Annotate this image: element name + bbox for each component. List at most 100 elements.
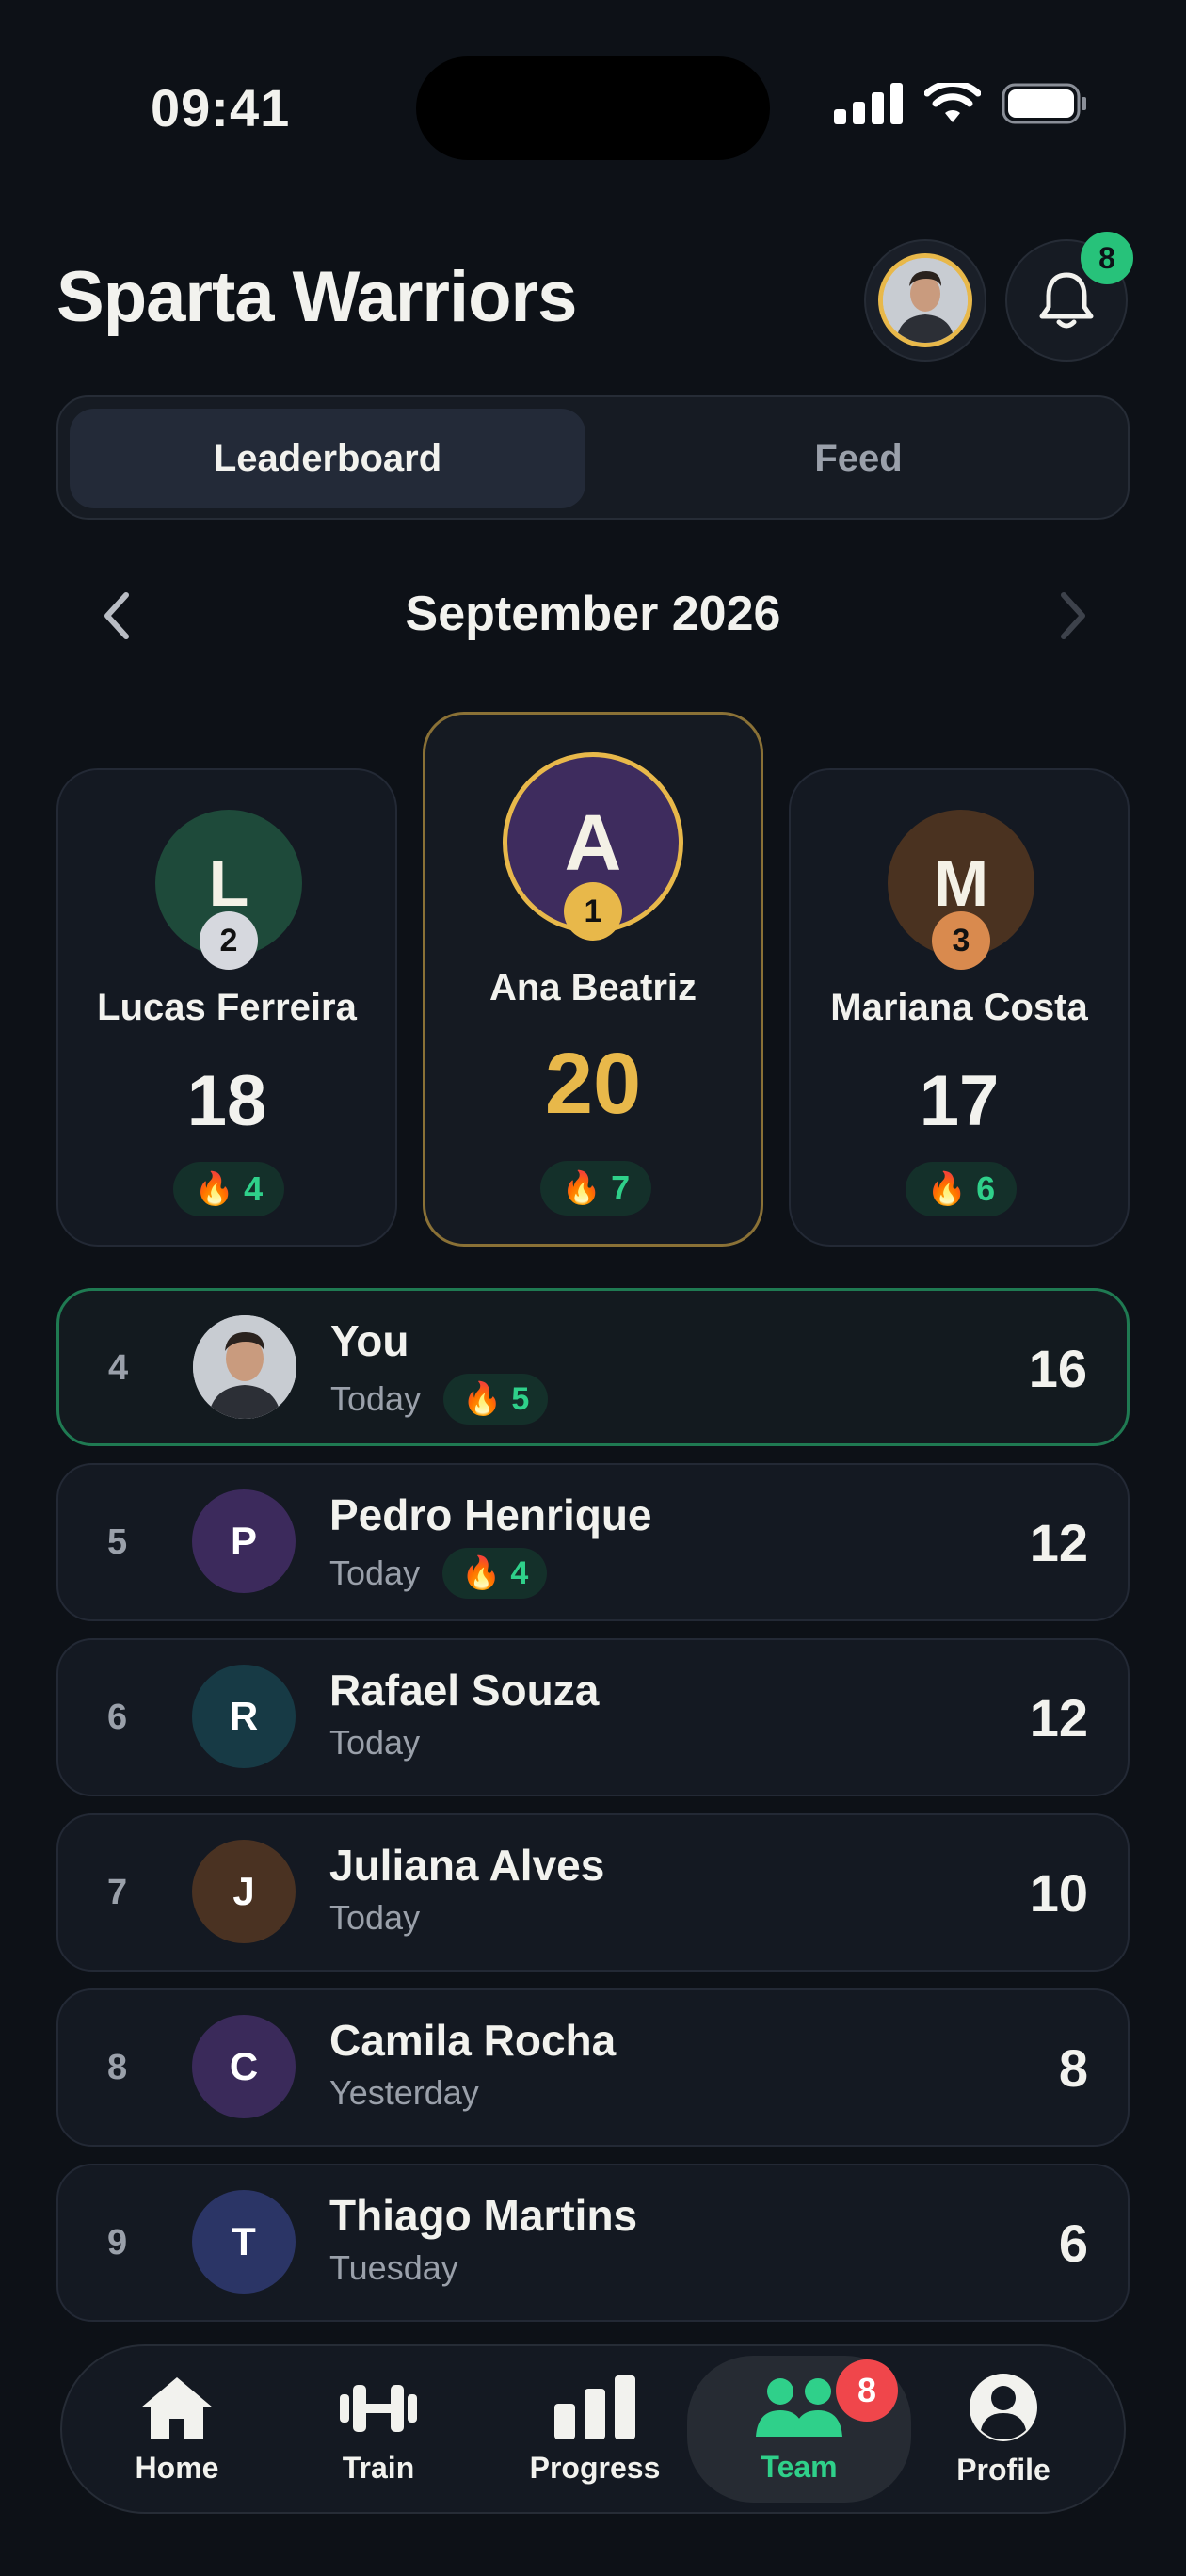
streak-badge: 🔥 4 bbox=[442, 1548, 548, 1599]
tab-leaderboard[interactable]: Leaderboard bbox=[70, 409, 585, 508]
avatar: C bbox=[192, 2015, 296, 2118]
row-rank: 6 bbox=[107, 1697, 128, 1737]
row-rank: 9 bbox=[107, 2222, 128, 2262]
screen: 09:41 Sparta Warriors 8 Leaderboard Feed… bbox=[0, 0, 1186, 2576]
row-score: 12 bbox=[1029, 1687, 1088, 1747]
team-icon bbox=[756, 2377, 842, 2437]
avatar-initial: L bbox=[208, 846, 249, 920]
avatar-initial: J bbox=[232, 1869, 255, 1913]
avatar: P bbox=[192, 1489, 296, 1593]
avatar-initial: M bbox=[933, 846, 989, 920]
team-title: Sparta Warriors bbox=[56, 257, 577, 337]
leaderboard-row-me[interactable]: 4 You Today 🔥 5 16 bbox=[56, 1288, 1130, 1446]
dumbbell-icon bbox=[340, 2384, 417, 2432]
streak-badge: 🔥 4 bbox=[173, 1162, 284, 1216]
user-avatar-button[interactable] bbox=[864, 239, 986, 362]
profile-icon bbox=[970, 2373, 1037, 2441]
streak-count: 7 bbox=[611, 1168, 631, 1207]
podium-card-third[interactable]: M 3 Mariana Costa 17 🔥 6 bbox=[789, 768, 1130, 1247]
cellular-signal-icon bbox=[834, 83, 903, 124]
row-meta: Tuesday bbox=[329, 2248, 458, 2288]
nav-label: Progress bbox=[529, 2450, 661, 2485]
row-rank: 5 bbox=[107, 1521, 128, 1562]
leaderboard-row[interactable]: 8 C Camila Rocha Yesterday 8 bbox=[56, 1988, 1130, 2147]
flame-icon: 🔥 bbox=[561, 1170, 602, 1206]
nav-label: Home bbox=[135, 2450, 219, 2485]
bell-icon bbox=[1039, 272, 1094, 329]
nav-label: Team bbox=[761, 2449, 838, 2484]
row-rank: 8 bbox=[107, 2047, 128, 2087]
dynamic-island bbox=[416, 56, 770, 160]
next-month-icon[interactable] bbox=[1043, 586, 1099, 646]
leaderboard-row[interactable]: 9 T Thiago Martins Tuesday 6 bbox=[56, 2164, 1130, 2322]
battery-icon bbox=[1002, 83, 1086, 124]
leaderboard-row[interactable]: 5 P Pedro Henrique Today 🔥 4 12 bbox=[56, 1463, 1130, 1621]
home-icon bbox=[141, 2376, 213, 2439]
player-score: 20 bbox=[544, 1036, 642, 1132]
row-meta: Today bbox=[329, 1723, 420, 1763]
rank-medal-gold: 1 bbox=[564, 882, 622, 941]
player-name: Ana Beatriz bbox=[489, 967, 697, 1008]
nav-profile[interactable]: Profile bbox=[909, 2346, 1098, 2512]
nav-train[interactable]: Train bbox=[284, 2346, 473, 2512]
row-rank: 4 bbox=[108, 1347, 129, 1388]
streak-badge: 🔥 6 bbox=[906, 1162, 1017, 1216]
streak-badge: 🔥 7 bbox=[540, 1161, 651, 1216]
row-meta: Yesterday bbox=[329, 2073, 479, 2113]
last-active: Today bbox=[330, 1379, 422, 1418]
nav-label: Train bbox=[342, 2450, 415, 2485]
row-name: You bbox=[330, 1316, 409, 1365]
row-name: Pedro Henrique bbox=[329, 1490, 652, 1539]
view-switcher: Leaderboard Feed bbox=[56, 395, 1130, 520]
avatar-initial: C bbox=[229, 2044, 259, 2088]
row-name: Thiago Martins bbox=[329, 2191, 638, 2240]
row-name: Rafael Souza bbox=[329, 1666, 600, 1715]
last-active: Today bbox=[329, 1723, 421, 1762]
avatar: T bbox=[192, 2190, 296, 2294]
player-score: 17 bbox=[919, 1061, 1000, 1141]
status-time: 09:41 bbox=[151, 78, 291, 137]
team-badge: 8 bbox=[836, 2359, 898, 2422]
player-name: Mariana Costa bbox=[830, 987, 1088, 1028]
person-photo-icon bbox=[193, 1315, 296, 1419]
row-name: Camila Rocha bbox=[329, 2016, 617, 2065]
row-meta: Today bbox=[329, 1898, 420, 1938]
bar-chart-icon bbox=[554, 2375, 635, 2439]
row-score: 6 bbox=[1058, 2213, 1088, 2273]
flame-icon: 🔥 bbox=[461, 1555, 502, 1591]
podium-card-second[interactable]: L 2 Lucas Ferreira 18 🔥 4 bbox=[56, 768, 397, 1247]
leaderboard-row[interactable]: 7 J Juliana Alves Today 10 bbox=[56, 1813, 1130, 1972]
last-active: Today bbox=[329, 1898, 421, 1937]
person-photo-icon bbox=[883, 258, 968, 343]
podium-card-first[interactable]: A 1 Ana Beatriz 20 🔥 7 bbox=[423, 712, 763, 1247]
streak-count: 4 bbox=[244, 1169, 264, 1208]
avatar: J bbox=[192, 1840, 296, 1943]
avatar-initial: P bbox=[230, 1519, 257, 1563]
player-name: Lucas Ferreira bbox=[97, 987, 357, 1028]
leaderboard-row[interactable]: 6 R Rafael Souza Today 12 bbox=[56, 1638, 1130, 1796]
row-score: 12 bbox=[1029, 1512, 1088, 1572]
avatar-initial: T bbox=[232, 2219, 256, 2263]
month-label: September 2026 bbox=[405, 587, 781, 641]
last-active: Yesterday bbox=[329, 2073, 479, 2112]
status-icons bbox=[834, 83, 1088, 124]
row-name: Juliana Alves bbox=[329, 1841, 605, 1890]
avatar-initial: R bbox=[229, 1694, 259, 1738]
nav-progress[interactable]: Progress bbox=[501, 2346, 689, 2512]
flame-icon: 🔥 bbox=[926, 1171, 968, 1207]
streak-badge: 🔥 5 bbox=[443, 1374, 549, 1425]
user-avatar bbox=[878, 253, 972, 347]
player-score: 18 bbox=[186, 1061, 267, 1141]
streak-count: 6 bbox=[976, 1169, 996, 1208]
nav-home[interactable]: Home bbox=[83, 2346, 271, 2512]
notifications-count-badge: 8 bbox=[1081, 232, 1133, 284]
row-score: 16 bbox=[1028, 1338, 1087, 1398]
avatar-initial: A bbox=[564, 797, 622, 887]
flame-icon: 🔥 bbox=[194, 1171, 235, 1207]
row-meta: Today 🔥 4 bbox=[329, 1548, 548, 1599]
row-meta: Today 🔥 5 bbox=[330, 1374, 549, 1425]
row-rank: 7 bbox=[107, 1872, 128, 1912]
nav-label: Profile bbox=[956, 2452, 1050, 2487]
rank-medal-silver: 2 bbox=[200, 911, 258, 970]
tab-feed[interactable]: Feed bbox=[601, 409, 1116, 508]
